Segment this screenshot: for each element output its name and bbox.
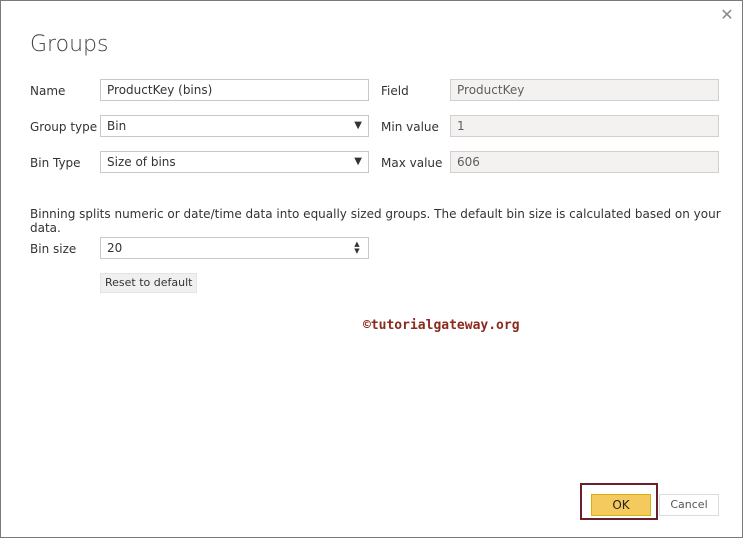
field-label: Field [381,84,409,98]
ok-button[interactable]: OK [591,494,651,516]
dropdown-arrow-icon: ▼ [354,156,362,167]
max-value-label: Max value [381,156,443,170]
group-type-label: Group type [30,120,98,134]
watermark-text: ©tutorialgateway.org [363,318,520,333]
min-value-readonly: 1 [450,115,719,137]
field-readonly: ProductKey [450,79,719,101]
reset-to-default-button[interactable]: Reset to default [100,273,198,293]
bin-type-select[interactable]: Size of bins ▼ [100,151,369,173]
field-value: ProductKey [457,83,525,97]
dropdown-arrow-icon: ▼ [354,120,362,131]
close-icon[interactable]: ✕ [717,5,737,25]
bin-size-value: 20 [107,241,123,255]
min-value: 1 [457,119,465,133]
groups-dialog: ✕ Groups Name ProductKey (bins) Group ty… [0,0,743,538]
binning-description: Binning splits numeric or date/time data… [30,207,721,235]
bin-type-value: Size of bins [107,155,176,169]
max-value-readonly: 606 [450,151,719,173]
min-value-label: Min value [381,120,439,134]
bin-type-label: Bin Type [30,156,81,170]
name-input[interactable]: ProductKey (bins) [100,79,369,101]
group-type-select[interactable]: Bin ▼ [100,115,369,137]
name-label: Name [30,84,66,98]
bin-size-label: Bin size [30,242,77,256]
name-input-value: ProductKey (bins) [107,83,213,97]
spinner-icon[interactable]: ▲ ▼ [353,241,361,255]
bin-size-input[interactable]: 20 ▲ ▼ [100,237,369,259]
max-value: 606 [457,155,480,169]
group-type-value: Bin [107,119,127,133]
dialog-title: Groups [30,32,109,57]
cancel-button[interactable]: Cancel [659,494,719,516]
